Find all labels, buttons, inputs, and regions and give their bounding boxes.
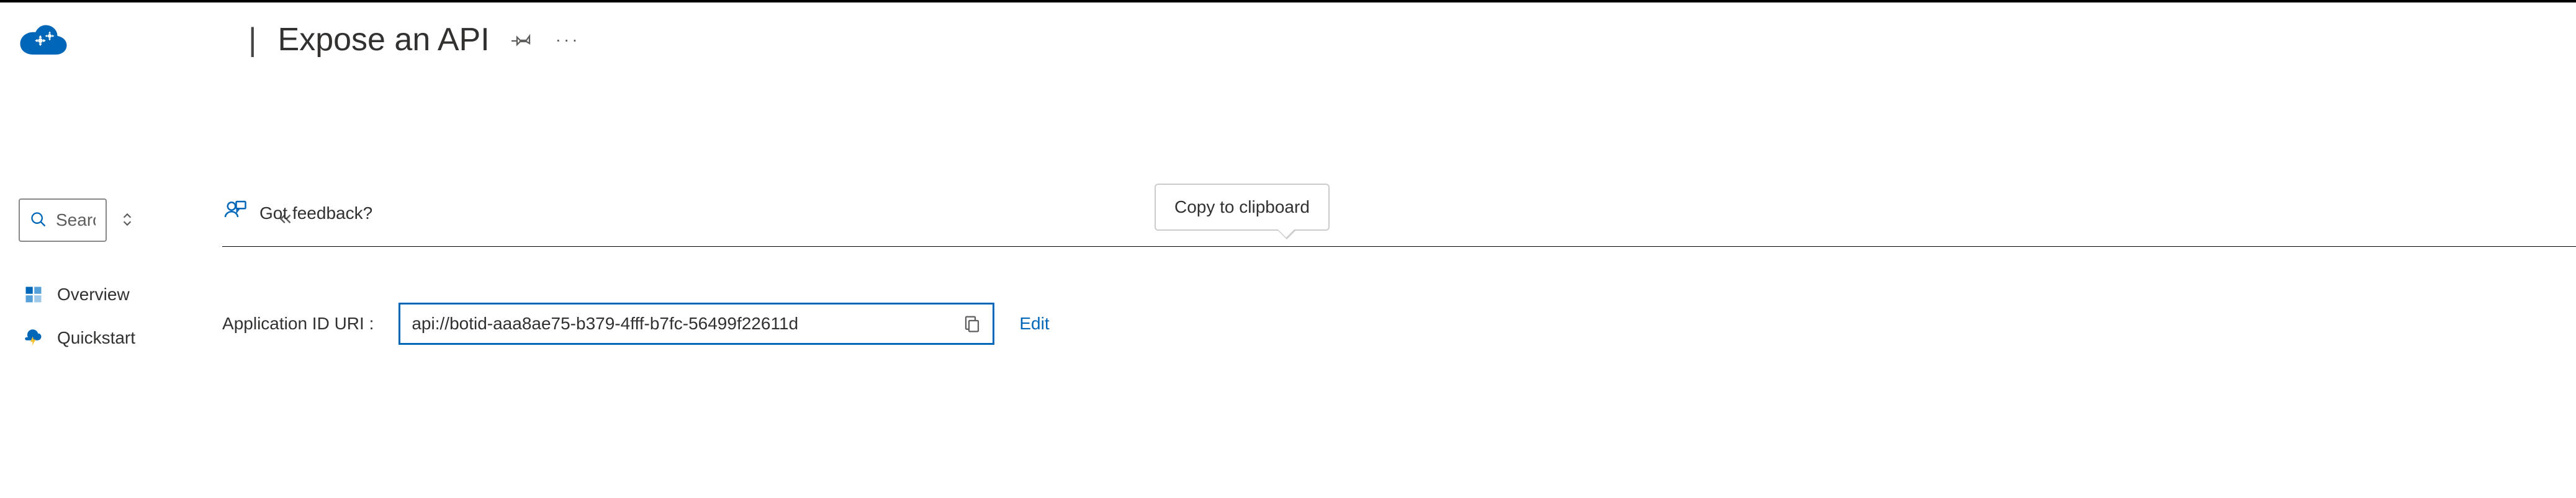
overview-icon <box>22 283 45 306</box>
sidebar-item-overview[interactable]: Overview <box>19 273 135 316</box>
expand-collapse-button[interactable] <box>119 211 135 229</box>
copy-button[interactable] <box>963 314 981 333</box>
chevron-updown-icon <box>119 211 135 228</box>
pin-button[interactable] <box>508 26 536 53</box>
cloud-gears-icon <box>19 20 68 60</box>
feedback-link[interactable]: Got feedback? <box>259 203 372 223</box>
header: | Expose an API ··· <box>0 2 2576 77</box>
title-separator: | <box>248 21 257 58</box>
search-box[interactable] <box>19 198 107 242</box>
edit-link[interactable]: Edit <box>1019 314 1049 334</box>
sidebar: Overview Quickstart <box>0 198 148 360</box>
sidebar-item-quickstart[interactable]: Quickstart <box>19 316 135 360</box>
pin-icon <box>511 29 533 50</box>
application-id-uri-row: Application ID URI : api://botid-aaa8ae7… <box>222 303 2576 345</box>
feedback-icon <box>222 198 247 228</box>
search-row <box>19 198 135 242</box>
quickstart-icon <box>22 327 45 349</box>
search-icon <box>30 211 47 230</box>
sidebar-item-label: Quickstart <box>57 328 135 348</box>
search-input[interactable] <box>56 210 96 230</box>
main-pane: Got feedback? Application ID URI : api:/… <box>148 198 2576 360</box>
sidebar-item-label: Overview <box>57 285 130 305</box>
application-id-uri-value: api://botid-aaa8ae75-b379-4fff-b7fc-5649… <box>412 314 955 334</box>
copy-tooltip: Copy to clipboard <box>1155 184 1330 231</box>
application-id-uri-field[interactable]: api://botid-aaa8ae75-b379-4fff-b7fc-5649… <box>399 303 994 345</box>
page-title: Expose an API <box>278 21 490 58</box>
brand <box>0 20 248 60</box>
more-button[interactable]: ··· <box>554 26 582 53</box>
title-area: | Expose an API ··· <box>248 21 582 58</box>
tooltip-text: Copy to clipboard <box>1174 197 1310 216</box>
application-id-uri-label: Application ID URI : <box>222 314 374 334</box>
copy-icon <box>963 314 981 333</box>
command-bar: Got feedback? <box>222 198 2576 247</box>
